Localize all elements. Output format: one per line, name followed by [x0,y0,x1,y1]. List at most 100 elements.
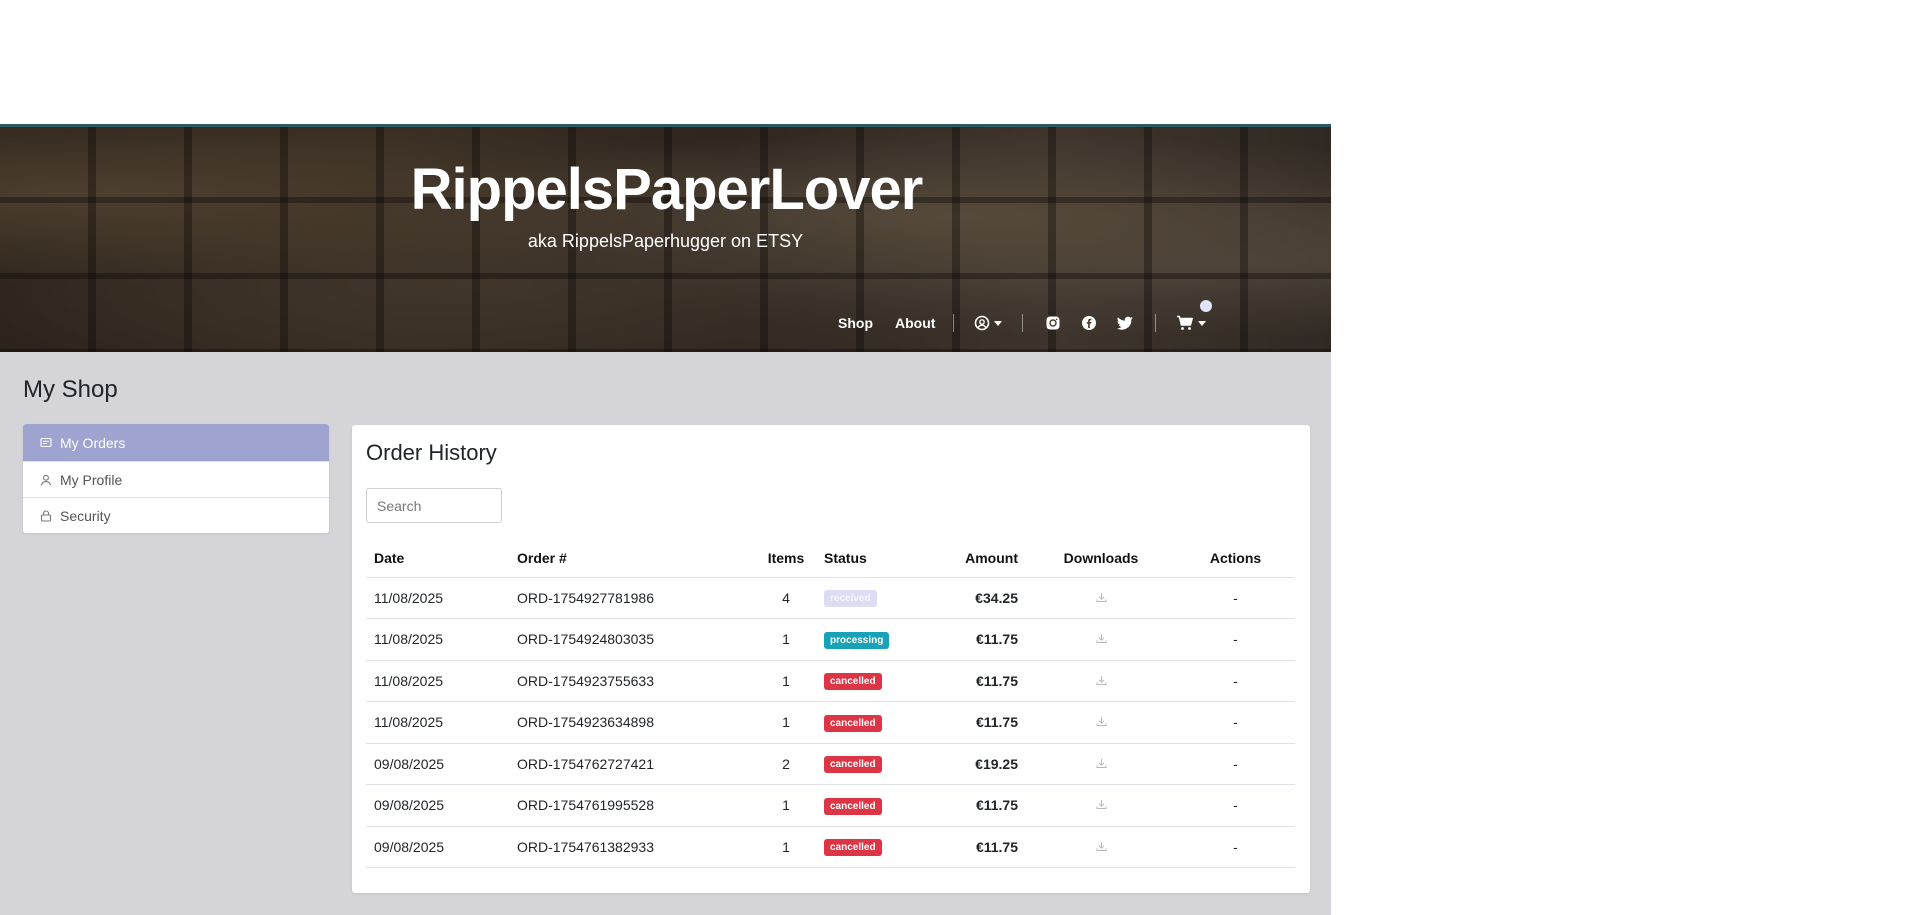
hero-banner: RippelsPaperLover aka RippelsPaperhugger… [0,124,1331,352]
download-icon[interactable] [1096,799,1107,810]
shopping-cart-icon [1177,315,1194,330]
download-icon[interactable] [1096,841,1107,852]
download-icon[interactable] [1096,716,1107,727]
chevron-down-icon [994,320,1003,326]
order-items-count: 2 [756,743,816,785]
order-amount: €11.75 [936,826,1026,868]
order-downloads-cell [1026,784,1176,827]
order-number: ORD-1754923634898 [509,701,756,744]
order-actions: - [1176,618,1295,661]
site-container: RippelsPaperLover aka RippelsPaperhugger… [0,124,1331,915]
order-status-cell: cancelled [816,660,936,702]
table-row[interactable]: 09/08/2025 ORD-1754761995528 1 cancelled… [366,784,1295,827]
sidebar-item-my-profile[interactable]: My Profile [23,461,329,497]
table-row[interactable]: 11/08/2025 ORD-1754927781986 4 received … [366,577,1295,619]
message-square-icon [40,437,52,447]
order-amount: €19.25 [936,743,1026,785]
order-actions: - [1176,784,1295,827]
chevron-down-icon [1198,320,1207,326]
table-row[interactable]: 11/08/2025 ORD-1754923755633 1 cancelled… [366,660,1295,702]
order-items-count: 1 [756,784,816,827]
download-icon[interactable] [1096,758,1107,769]
orders-table: Date Order # Items Status Amount Downloa… [366,539,1295,868]
facebook-link[interactable] [1079,313,1099,333]
nav-about-link[interactable]: About [895,315,935,331]
order-status-cell: received [816,577,936,619]
column-header-date[interactable]: Date [366,539,509,578]
status-badge: cancelled [824,797,882,815]
order-items-count: 1 [756,826,816,868]
download-icon[interactable] [1096,675,1107,686]
facebook-icon [1082,316,1097,330]
table-row[interactable]: 11/08/2025 ORD-1754924803035 1 processin… [366,618,1295,661]
account-sidebar: My Orders My Profile Security [23,424,329,533]
page: RippelsPaperLover aka RippelsPaperhugger… [0,0,1921,915]
sidebar-item-my-orders[interactable]: My Orders [23,424,329,461]
order-actions: - [1176,743,1295,785]
order-actions: - [1176,701,1295,744]
column-header-amount[interactable]: Amount [936,539,1026,578]
order-number: ORD-1754924803035 [509,618,756,661]
table-row[interactable]: 09/08/2025 ORD-1754761382933 1 cancelled… [366,826,1295,868]
order-actions: - [1176,577,1295,619]
sidebar-item-security[interactable]: Security [23,497,329,533]
order-downloads-cell [1026,660,1176,702]
order-downloads-cell [1026,618,1176,661]
page-title: My Shop [23,376,118,403]
orders-table-body: 11/08/2025 ORD-1754927781986 4 received … [366,577,1295,868]
main-nav: Shop About [838,300,1212,335]
instagram-link[interactable] [1043,313,1063,333]
order-status-cell: cancelled [816,743,936,785]
order-number: ORD-1754761382933 [509,826,756,868]
status-badge: received [824,590,877,608]
site-subtitle: aka RippelsPaperhugger on ETSY [527,231,804,251]
column-header-items[interactable]: Items [756,539,816,578]
sidebar-item-label: My Orders [60,434,126,451]
download-icon[interactable] [1096,633,1107,644]
column-header-downloads: Downloads [1026,539,1176,578]
order-actions: - [1176,660,1295,702]
search-input[interactable] [366,488,502,523]
status-badge: cancelled [824,714,882,732]
order-items-count: 4 [756,577,816,619]
twitter-link[interactable] [1115,313,1135,333]
account-menu-button[interactable] [974,313,1003,333]
column-header-order[interactable]: Order # [509,539,756,578]
table-row[interactable]: 11/08/2025 ORD-1754923634898 1 cancelled… [366,701,1295,744]
order-items-count: 1 [756,618,816,661]
order-amount: €11.75 [936,701,1026,744]
cart-button[interactable] [1176,313,1207,333]
order-amount: €11.75 [936,660,1026,702]
nav-divider [953,314,955,332]
order-date: 11/08/2025 [366,701,509,744]
order-number: ORD-1754923755633 [509,660,756,702]
order-number: ORD-1754762727421 [509,743,756,785]
order-items-count: 1 [756,701,816,744]
sidebar-item-label: Security [60,507,111,524]
user-icon [40,474,52,485]
lock-icon [40,509,52,522]
site-title[interactable]: RippelsPaperLover [0,156,1331,223]
nav-shop-link[interactable]: Shop [838,315,873,331]
account-circle-icon [975,315,990,331]
cart-count-badge [1200,300,1212,312]
status-badge: cancelled [824,673,882,691]
table-row[interactable]: 09/08/2025 ORD-1754762727421 2 cancelled… [366,743,1295,785]
order-amount: €34.25 [936,577,1026,619]
nav-divider [1022,314,1024,332]
order-amount: €11.75 [936,618,1026,661]
column-header-status[interactable]: Status [816,539,936,578]
order-date: 09/08/2025 [366,784,509,827]
order-history-title: Order History [366,440,497,465]
order-number: ORD-1754761995528 [509,784,756,827]
download-icon[interactable] [1096,592,1107,603]
order-number: ORD-1754927781986 [509,577,756,619]
order-actions: - [1176,826,1295,868]
order-status-cell: cancelled [816,784,936,827]
column-header-actions: Actions [1176,539,1295,578]
order-downloads-cell [1026,743,1176,785]
status-badge: cancelled [824,756,882,774]
nav-divider [1155,314,1157,332]
order-status-cell: cancelled [816,701,936,744]
order-date: 11/08/2025 [366,660,509,702]
